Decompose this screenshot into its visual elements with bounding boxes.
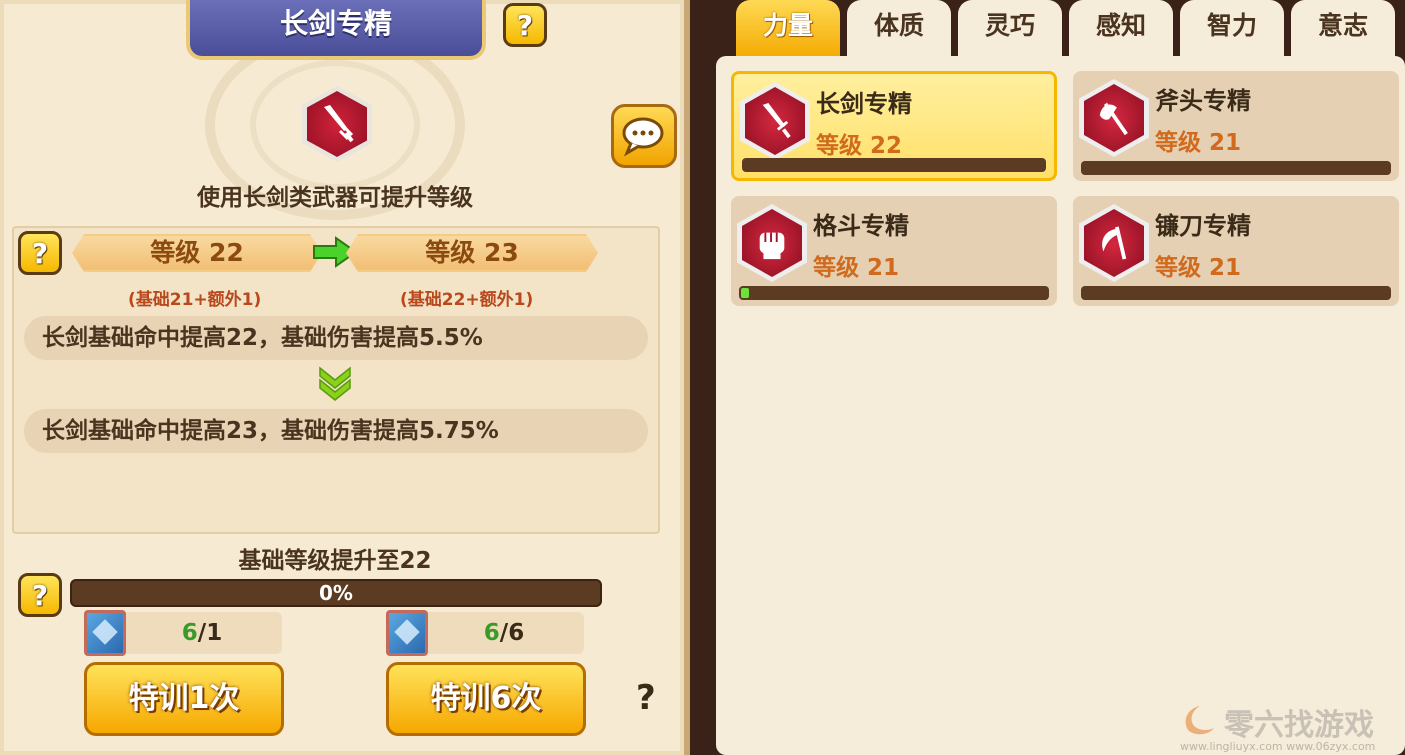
tab-dexterity[interactable]: 灵巧 bbox=[958, 0, 1062, 58]
skill-description: 使用长剑类武器可提升等级 bbox=[197, 185, 473, 211]
training-book-icon[interactable] bbox=[84, 610, 126, 656]
skill-progress-bar bbox=[742, 158, 1046, 172]
training-book-icon[interactable] bbox=[386, 610, 428, 656]
skill-title-banner: 长剑专精 bbox=[186, 0, 486, 60]
skill-progress-bar bbox=[1081, 161, 1391, 175]
chat-bubble-icon bbox=[622, 117, 664, 157]
watermark-brand: 零六找游戏 bbox=[1224, 708, 1374, 743]
skill-progress-bar bbox=[739, 286, 1049, 300]
next-level: 等级 23 bbox=[425, 238, 519, 267]
question-icon: ? bbox=[31, 578, 49, 612]
current-effect: 长剑基础命中提高22，基础伤害提高5.5% bbox=[24, 316, 648, 360]
next-base-note: (基础22+额外1) bbox=[400, 290, 534, 310]
current-level: 等级 22 bbox=[150, 238, 244, 267]
skill-title: 长剑专精 bbox=[279, 7, 392, 40]
sword-icon bbox=[324, 105, 354, 143]
skill-card-icon bbox=[740, 82, 810, 160]
sword-icon bbox=[762, 103, 791, 139]
axe-icon bbox=[1099, 102, 1128, 136]
next-level-ribbon: 等级 23 bbox=[346, 234, 598, 272]
base-level-progress-bar: 0% bbox=[70, 579, 602, 607]
question-icon: ? bbox=[31, 236, 49, 270]
skill-level: 等级 21 bbox=[1155, 130, 1242, 156]
tab-constitution[interactable]: 体质 bbox=[847, 0, 951, 58]
current-base-note: (基础21+额外1) bbox=[128, 290, 262, 310]
skill-progress-fill bbox=[741, 288, 749, 298]
watermark-urls: www.lingliuyx.com www.06zyx.com bbox=[1180, 740, 1376, 753]
base-level-title: 基础等级提升至22 bbox=[238, 548, 432, 574]
item-count-2-need: /6 bbox=[499, 620, 525, 646]
skill-card-axe[interactable]: 斧头专精 等级 21 bbox=[1073, 71, 1399, 181]
skill-name: 斧头专精 bbox=[1155, 87, 1251, 115]
skill-card-icon bbox=[737, 204, 807, 282]
skill-level: 等级 21 bbox=[813, 255, 900, 281]
skill-name: 格斗专精 bbox=[813, 212, 909, 240]
question-icon: ? bbox=[516, 8, 534, 42]
level-help-button[interactable]: ? bbox=[18, 231, 62, 275]
rules-help-button[interactable]: ? bbox=[636, 678, 656, 718]
item-count-2: 6/6 bbox=[424, 612, 584, 654]
tab-intelligence[interactable]: 智力 bbox=[1180, 0, 1284, 58]
train-once-button[interactable]: 特训1次 bbox=[84, 662, 284, 736]
double-chevron-down-icon bbox=[319, 366, 351, 401]
current-level-ribbon: 等级 22 bbox=[72, 234, 322, 272]
skill-progress-bar bbox=[1081, 286, 1391, 300]
train-six-button[interactable]: 特训6次 bbox=[386, 662, 586, 736]
scythe-icon bbox=[1102, 226, 1127, 260]
skill-level: 等级 21 bbox=[1155, 255, 1242, 281]
item-count-1-need: /1 bbox=[197, 620, 223, 646]
title-help-button[interactable]: ? bbox=[503, 3, 547, 47]
tab-willpower[interactable]: 意志 bbox=[1291, 0, 1395, 58]
watermark: 零六找游戏 www.lingliuyx.com www.06zyx.com bbox=[1180, 700, 1405, 755]
skill-level: 等级 22 bbox=[816, 133, 903, 159]
progress-help-button[interactable]: ? bbox=[18, 573, 62, 617]
skill-card-brawl[interactable]: 格斗专精 等级 21 bbox=[731, 196, 1057, 306]
item-count-2-have: 6 bbox=[483, 620, 500, 646]
skill-card-icon bbox=[1079, 204, 1149, 282]
tab-perception[interactable]: 感知 bbox=[1069, 0, 1173, 58]
watermark-logo-icon bbox=[1185, 706, 1214, 735]
fist-icon bbox=[759, 232, 785, 260]
skill-name: 镰刀专精 bbox=[1155, 212, 1251, 240]
skill-card-longsword[interactable]: 长剑专精 等级 22 bbox=[731, 71, 1057, 181]
skill-detail-panel: 长剑专精 ? 使用长剑类武器可提升等级 ? 等级 22 等级 23 (基础21+… bbox=[0, 0, 690, 755]
skill-name: 长剑专精 bbox=[816, 90, 912, 118]
next-effect: 长剑基础命中提高23，基础伤害提高5.75% bbox=[24, 409, 648, 453]
skill-card-scythe[interactable]: 镰刀专精 等级 21 bbox=[1073, 196, 1399, 306]
tab-strength[interactable]: 力量 bbox=[736, 0, 840, 58]
item-count-1-have: 6 bbox=[181, 620, 198, 646]
chat-button[interactable] bbox=[611, 104, 677, 168]
item-count-1: 6/1 bbox=[122, 612, 282, 654]
skill-card-icon bbox=[1079, 79, 1149, 157]
progress-percent: 0% bbox=[319, 581, 353, 605]
